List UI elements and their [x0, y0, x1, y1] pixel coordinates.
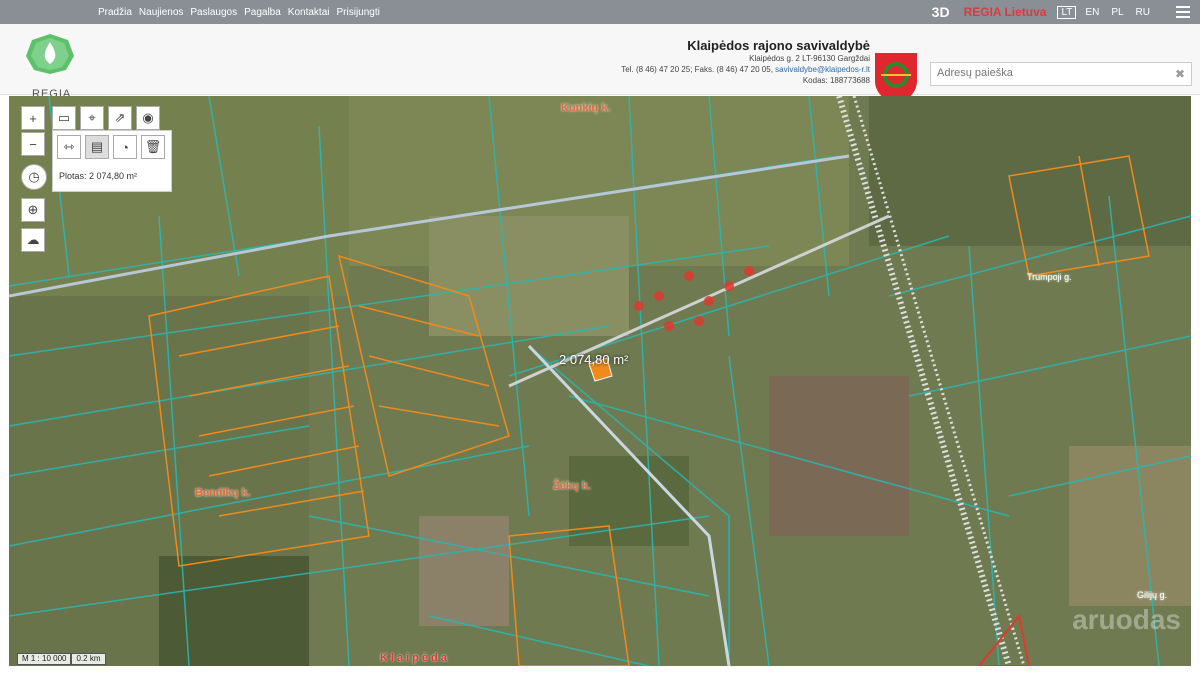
- area-measurement: Plotas: 2 074,80 m²: [59, 171, 138, 181]
- menu-icon[interactable]: [1176, 3, 1190, 21]
- trash-icon[interactable]: 🗑: [141, 135, 165, 159]
- scale-distance: 0.2 km: [71, 653, 106, 665]
- place-label-klaipeda: Klaipėda: [380, 652, 450, 664]
- clear-search-icon[interactable]: ✖: [1175, 67, 1185, 81]
- 3d-button[interactable]: 3D: [932, 4, 950, 20]
- header: REGIA Klaipėdos rajono savivaldybė Klaip…: [0, 24, 1200, 104]
- nav-contacts[interactable]: Kontaktai: [288, 7, 330, 18]
- compass-icon[interactable]: ◷: [21, 164, 47, 190]
- top-nav: Pradžia Naujienos Paslaugos Pagalba Kont…: [98, 0, 380, 24]
- email-link[interactable]: savivaldybe@klaipedos-r.lt: [775, 65, 870, 74]
- measure-radius-icon[interactable]: ◔: [113, 135, 137, 159]
- measure-length-icon[interactable]: ▭: [52, 106, 76, 130]
- export-icon[interactable]: ⇗: [108, 106, 132, 130]
- zoom-in-button[interactable]: +: [21, 106, 45, 130]
- address-search-input[interactable]: [931, 63, 1168, 83]
- zoom-out-button[interactable]: −: [21, 132, 45, 156]
- municipality-code: Kodas: 188773688: [802, 76, 870, 85]
- watermark: aruodas: [1072, 604, 1181, 635]
- regia-logo-icon[interactable]: [26, 34, 74, 74]
- place-label-bendikai: Bendikų k.: [195, 487, 251, 499]
- regia-lietuva-link[interactable]: REGIA Lietuva: [964, 5, 1047, 19]
- map-view[interactable]: + − ◷ ⊕ ☁ ▭ ⌖ ⇗ ◉ ⇿ ▤ ◔ 🗑 Plotas: 2 074,…: [9, 96, 1191, 666]
- nav-help[interactable]: Pagalba: [244, 7, 281, 18]
- nav-news[interactable]: Naujienos: [139, 7, 183, 18]
- nav-login[interactable]: Prisijungti: [337, 7, 380, 18]
- parcel-area-label: 2 074,80 m²: [559, 352, 629, 367]
- scale-bar: M 1 : 10 000 0.2 km: [17, 653, 106, 665]
- lang-en[interactable]: EN: [1085, 7, 1099, 18]
- nav-home[interactable]: Pradžia: [98, 7, 132, 18]
- locate-icon[interactable]: ⊕: [21, 198, 45, 222]
- map-canvas[interactable]: [9, 96, 1191, 666]
- target-icon[interactable]: ◉: [136, 106, 160, 130]
- measure-panel: ⇿ ▤ ◔ 🗑 Plotas: 2 074,80 m²: [52, 130, 172, 192]
- nav-services[interactable]: Paslaugos: [190, 7, 237, 18]
- measure-distance-icon[interactable]: ⇿: [57, 135, 81, 159]
- contacts-phone: Tel. (8 46) 47 20 25; Faks. (8 46) 47 20…: [621, 65, 773, 74]
- place-label-zekai: Žėkų k.: [553, 480, 591, 492]
- place-label-kunkiai: Kunkių k.: [561, 102, 611, 114]
- lang-ru[interactable]: RU: [1136, 7, 1150, 18]
- lang-lt[interactable]: LT: [1057, 5, 1077, 19]
- street-label-trumpoji: Trumpoji g.: [1027, 272, 1072, 282]
- street-label-gilijos: Gilijų g.: [1137, 590, 1168, 600]
- lang-pl[interactable]: PL: [1111, 7, 1123, 18]
- address-search: ✖: [930, 62, 1192, 86]
- top-right-controls: 3D REGIA Lietuva LT EN PL RU: [932, 0, 1200, 24]
- region-icon[interactable]: ☁: [21, 228, 45, 252]
- scale-ratio: M 1 : 10 000: [17, 653, 72, 665]
- measure-area-icon[interactable]: ▤: [85, 135, 109, 159]
- municipality-address: Klaipėdos g. 2 LT-96130 Gargždai: [749, 54, 870, 63]
- municipality-info: Klaipėdos rajono savivaldybė Klaipėdos g…: [621, 38, 870, 86]
- municipality-name: Klaipėdos rajono savivaldybė: [687, 38, 870, 53]
- top-bar: Pradžia Naujienos Paslaugos Pagalba Kont…: [0, 0, 1200, 24]
- pin-icon[interactable]: ⌖: [80, 106, 104, 130]
- municipality-contacts: Tel. (8 46) 47 20 25; Faks. (8 46) 47 20…: [621, 64, 870, 75]
